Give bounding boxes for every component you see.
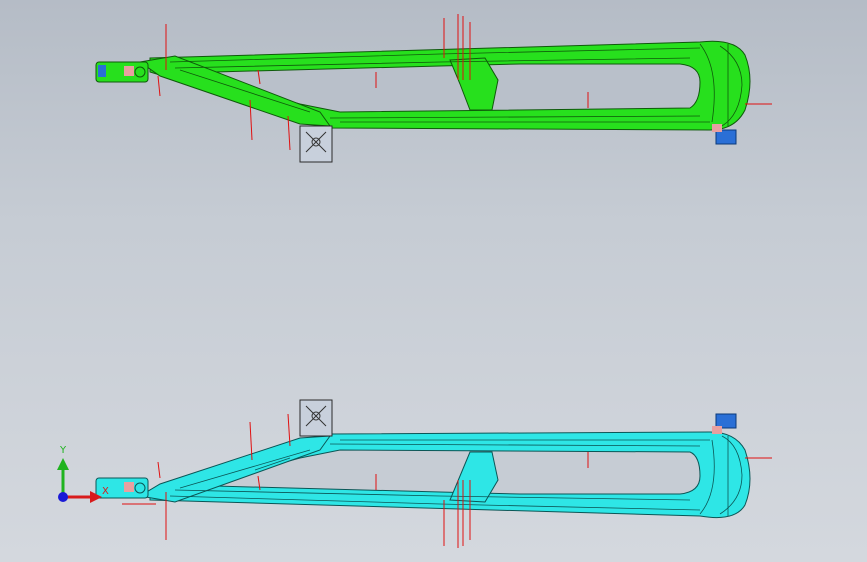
lower-frame-bracket xyxy=(712,413,737,434)
triad-y-label: Y xyxy=(59,445,67,456)
upper-frame-part[interactable] xyxy=(95,40,751,163)
cad-viewport[interactable]: Y X xyxy=(0,0,867,562)
triad-y-arrow xyxy=(57,458,69,470)
upper-frame-mount-plate xyxy=(299,125,333,163)
lower-frame-mount-plate xyxy=(299,399,333,437)
triad-x-label: X xyxy=(102,486,109,497)
view-triad[interactable]: Y X xyxy=(57,445,109,503)
upper-frame-dropout xyxy=(95,61,149,83)
triad-origin xyxy=(58,492,68,502)
lower-frame-part[interactable] xyxy=(95,399,751,519)
